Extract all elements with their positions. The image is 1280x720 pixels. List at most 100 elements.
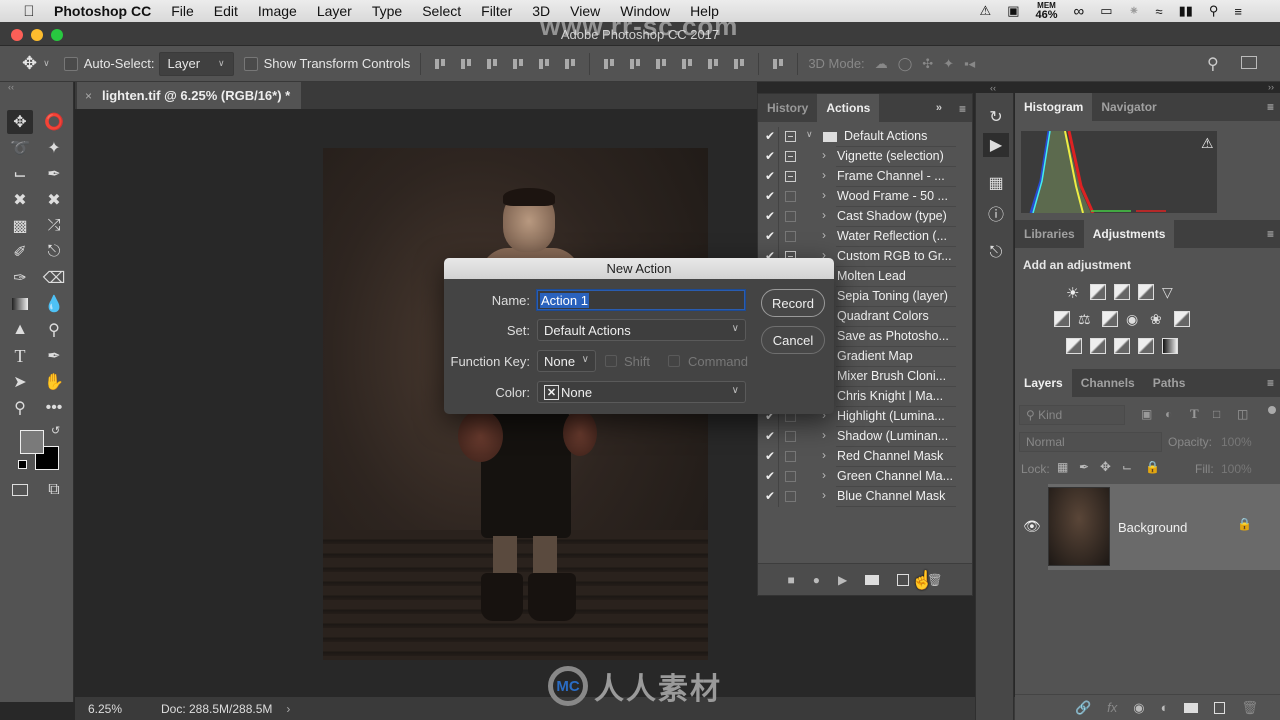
eyedropper-tool[interactable]: ✒: [41, 162, 67, 186]
toggle-dialog-icon[interactable]: [785, 131, 796, 142]
curves-icon[interactable]: [1114, 284, 1130, 300]
cache-warning-icon[interactable]: ⚠: [1201, 135, 1214, 152]
action-row[interactable]: ✔ › Cast Shadow (type): [758, 207, 972, 227]
lock-image-pixels-icon[interactable]: ✒: [1079, 460, 1089, 474]
menu-image[interactable]: Image: [258, 3, 297, 19]
healing-brush-tool[interactable]: ✖: [41, 188, 67, 212]
menu-file[interactable]: File: [171, 3, 194, 19]
distribute-vertical-centers-icon[interactable]: [628, 57, 642, 71]
airplay-icon[interactable]: ▭: [1100, 3, 1112, 19]
color-lookup-icon[interactable]: [1174, 311, 1190, 327]
close-document-icon[interactable]: ×: [85, 89, 92, 103]
toggle-item-checkmark-icon[interactable]: ✔: [765, 189, 775, 203]
fill-field[interactable]: 100%: [1221, 462, 1252, 476]
stop-recording-icon[interactable]: ■: [788, 573, 795, 587]
3d-pan-icon[interactable]: ✣: [922, 56, 933, 72]
layer-style-fx-icon[interactable]: fx: [1107, 700, 1117, 715]
distribute-left-edges-icon[interactable]: [680, 57, 694, 71]
chevron-right-icon[interactable]: ›: [822, 188, 826, 202]
delete-layer-icon[interactable]: 🗑: [1241, 700, 1258, 716]
chevron-right-icon[interactable]: ›: [822, 468, 826, 482]
tab-channels[interactable]: Channels: [1072, 369, 1144, 397]
tab-adjustments[interactable]: Adjustments: [1083, 220, 1175, 248]
chevron-right-icon[interactable]: ›: [822, 228, 826, 242]
clone-stamp-tool[interactable]: ⎋: [41, 240, 67, 264]
toggle-dialog-icon[interactable]: [785, 171, 796, 182]
invert-icon[interactable]: [1066, 338, 1082, 354]
play-selection-icon[interactable]: ▶: [838, 573, 847, 587]
action-row[interactable]: ✔ › Wood Frame - 50 ...: [758, 187, 972, 207]
link-layers-icon[interactable]: 🔗: [1075, 700, 1091, 716]
type-tool[interactable]: T: [7, 344, 33, 368]
collapse-toolbar-icon[interactable]: ‹‹: [8, 82, 14, 92]
tab-navigator[interactable]: Navigator: [1092, 93, 1165, 121]
distribute-right-edges-icon[interactable]: [732, 57, 746, 71]
action-row[interactable]: ✔ › Vignette (selection): [758, 147, 972, 167]
toggle-item-checkmark-icon[interactable]: ✔: [765, 169, 775, 183]
panel-menu-icon[interactable]: ≡: [959, 102, 966, 116]
toggle-dialog-icon[interactable]: [785, 471, 796, 482]
brightness-contrast-icon[interactable]: ☀: [1066, 284, 1082, 302]
new-layer-icon[interactable]: [1214, 701, 1226, 714]
begin-recording-icon[interactable]: ●: [813, 573, 820, 587]
action-set-row[interactable]: ✔ ∨ Default Actions: [758, 127, 972, 147]
toggle-item-checkmark-icon[interactable]: ✔: [765, 469, 775, 483]
layer-filter-kind[interactable]: ⚲ Kind: [1019, 405, 1125, 425]
lasso-tool[interactable]: ➰: [7, 136, 33, 160]
notification-center-icon[interactable]: ≡: [1234, 4, 1242, 19]
history-panel-button[interactable]: ↻: [983, 105, 1009, 129]
layer-row-body[interactable]: Background 🔒: [1048, 484, 1280, 570]
filter-smart-object-icon[interactable]: ◫: [1237, 407, 1248, 421]
menu-filter[interactable]: Filter: [481, 3, 512, 19]
gradient-map-icon[interactable]: [1162, 338, 1178, 354]
cancel-button[interactable]: Cancel: [761, 326, 825, 354]
blur-tool[interactable]: 💧: [41, 292, 67, 316]
content-aware-move-tool[interactable]: ⤮: [41, 214, 67, 238]
info-panel-button[interactable]: ⓘ: [983, 201, 1009, 225]
warning-icon[interactable]: ⚠: [980, 3, 992, 19]
3d-slide-icon[interactable]: ✦: [943, 56, 954, 72]
levels-icon[interactable]: [1090, 284, 1106, 300]
lock-position-icon[interactable]: ✥: [1100, 459, 1111, 475]
panel-menu-icon[interactable]: ≡: [1267, 227, 1274, 241]
action-row[interactable]: ✔ › Red Channel Mask: [758, 447, 972, 467]
dodge-tool[interactable]: ▲: [7, 318, 33, 342]
collapse-dock-icon[interactable]: ‹‹: [990, 83, 996, 93]
tab-actions[interactable]: Actions: [817, 94, 880, 122]
status-info-menu-arrow[interactable]: ›: [286, 702, 290, 716]
layer-visibility-eye-icon[interactable]: 👁: [1023, 518, 1041, 535]
color-balance-icon[interactable]: ⚖: [1078, 311, 1094, 328]
path-selection-tool[interactable]: ➤: [7, 370, 33, 394]
patch-tool[interactable]: ▩: [7, 214, 33, 238]
spotlight-search-icon[interactable]: ⚲: [1209, 3, 1219, 19]
panel-menu-icon[interactable]: ≡: [1267, 376, 1274, 390]
threshold-icon[interactable]: [1114, 338, 1130, 354]
clone-source-panel-button[interactable]: ⎋: [983, 241, 1009, 265]
zoom-level[interactable]: 6.25%: [88, 702, 148, 716]
toggle-item-checkmark-icon[interactable]: ✔: [765, 209, 775, 223]
layer-row-background[interactable]: 👁 Background 🔒: [1015, 484, 1280, 570]
toggle-dialog-icon[interactable]: [785, 191, 796, 202]
record-button[interactable]: Record: [761, 289, 825, 317]
gradient-triangle-icon[interactable]: ▽: [1162, 284, 1173, 302]
chevron-right-icon[interactable]: ›: [822, 448, 826, 462]
pen-tool[interactable]: ✒: [41, 344, 67, 368]
align-left-edges-icon[interactable]: [511, 57, 525, 71]
marquee-tool[interactable]: ⭕: [41, 110, 67, 134]
align-top-edges-icon[interactable]: [433, 57, 447, 71]
action-row[interactable]: ✔ › Water Reflection (...: [758, 227, 972, 247]
toggle-dialog-icon[interactable]: [785, 491, 796, 502]
hand-tool[interactable]: ✋: [41, 370, 67, 394]
function-key-dropdown[interactable]: None ∨: [537, 350, 596, 372]
crop-tool[interactable]: ⌙: [7, 162, 33, 186]
magic-wand-tool[interactable]: ✦: [41, 136, 67, 160]
menu-layer[interactable]: Layer: [317, 3, 352, 19]
filter-pixel-icon[interactable]: ▣: [1141, 407, 1152, 421]
auto-select-dropdown[interactable]: Layer ∨: [158, 51, 234, 76]
toggle-dialog-icon[interactable]: [785, 211, 796, 222]
channel-mixer-icon[interactable]: ❀: [1150, 311, 1166, 328]
action-row[interactable]: ✔ › Blue Channel Mask: [758, 487, 972, 507]
toggle-item-checkmark-icon[interactable]: ✔: [765, 229, 775, 243]
menu-photoshop-cc[interactable]: Photoshop CC: [54, 3, 151, 19]
tab-paths[interactable]: Paths: [1144, 369, 1195, 397]
